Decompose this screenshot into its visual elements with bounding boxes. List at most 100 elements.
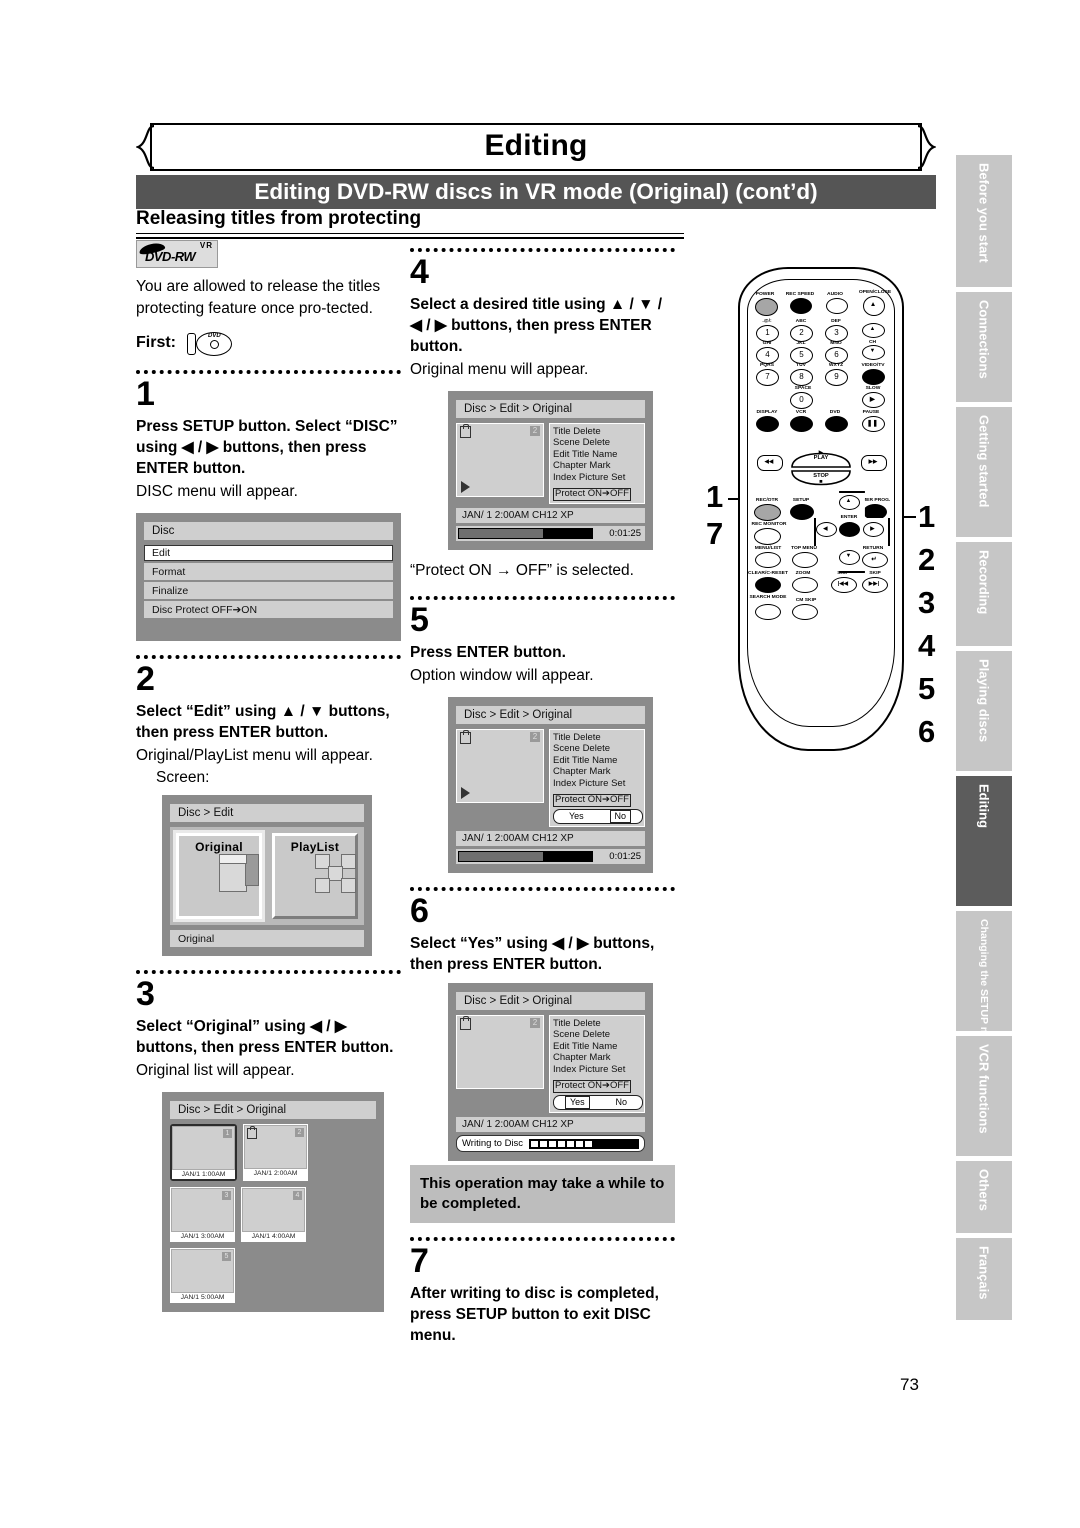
sidebar-tab-getting-started[interactable]: Getting started	[956, 407, 1012, 537]
edit-option-original[interactable]: Original	[176, 833, 262, 919]
cm-skip-button[interactable]	[792, 604, 818, 620]
menu-item-index-picture-set[interactable]: Index Picture Set	[553, 778, 644, 789]
no-button[interactable]: No	[612, 1097, 632, 1108]
menu-item-edit-title-name[interactable]: Edit Title Name	[553, 755, 644, 766]
menu-item-title-delete[interactable]: Title Delete	[553, 426, 644, 437]
original-menu-screen-step4: Disc > Edit > Original 2 Title Delete Sc…	[448, 391, 653, 551]
menu-item-title-delete[interactable]: Title Delete	[553, 1018, 644, 1029]
menu-item-protect-on-off[interactable]: Protect ON➔OFF	[553, 794, 631, 807]
subsection-title: Releasing titles from protecting	[136, 208, 422, 229]
no-button[interactable]: No	[609, 810, 632, 824]
label-def: DEF	[831, 318, 841, 324]
first-label: First:	[136, 334, 176, 351]
dvd-disc-icon: DVD	[184, 330, 236, 356]
edit-option-playlist[interactable]: PlayList	[272, 833, 358, 919]
yes-button[interactable]: Yes	[564, 1096, 590, 1110]
display-button[interactable]	[756, 416, 779, 432]
first-requirement: First: DVD	[136, 330, 401, 356]
sidebar-tab-recording[interactable]: Recording	[956, 542, 1012, 646]
step-6-instruction: Select “Yes” using ◀ / ▶ buttons, then p…	[410, 935, 655, 974]
title-thumbnail[interactable]: 1 JAN/1 1:00AM	[170, 1124, 237, 1181]
title-thumbnail[interactable]: 4 JAN/1 4:00AM	[241, 1187, 306, 1242]
setup-button[interactable]	[790, 504, 814, 520]
top-menu-button[interactable]	[792, 552, 818, 568]
digit-7-button[interactable]: 7	[756, 369, 779, 386]
label-rec-otr: REC/OTR	[755, 497, 779, 503]
progress-bar: 0:01:25	[456, 526, 645, 542]
step-number-3: 3	[136, 975, 155, 1013]
title-thumbnail[interactable]: 2 JAN/1 2:00AM	[243, 1124, 308, 1181]
sidebar-tab-before-you-start[interactable]: Before you start	[956, 155, 1012, 287]
play-icon: ▶	[818, 450, 824, 456]
sidebar-tab-francais[interactable]: Français	[956, 1238, 1012, 1320]
menu-item-index-picture-set[interactable]: Index Picture Set	[553, 1064, 644, 1075]
sidebar-tab-others[interactable]: Others	[956, 1161, 1012, 1233]
sidebar-tab-editing[interactable]: Editing	[956, 776, 1012, 906]
step-number-2: 2	[136, 660, 155, 698]
menu-item-chapter-mark[interactable]: Chapter Mark	[553, 460, 644, 471]
rec-monitor-button[interactable]	[754, 528, 781, 545]
menu-item-scene-delete[interactable]: Scene Delete	[553, 743, 644, 754]
label-ch: CH	[868, 339, 877, 345]
menu-item-scene-delete[interactable]: Scene Delete	[553, 437, 644, 448]
digit-8-button[interactable]: 8	[790, 369, 813, 386]
callout-right-1: 1	[918, 499, 936, 534]
label-rec-monitor: REC MONITOR	[751, 521, 787, 527]
sidebar-tab-vcr-functions[interactable]: VCR functions	[956, 1036, 1012, 1156]
rec-speed-button[interactable]	[790, 298, 812, 314]
disc-menu-item-disc-protect[interactable]: Disc Protect OFF➔ON	[144, 601, 393, 619]
title-preview-thumbnail: 2	[456, 729, 544, 804]
title-thumbnail[interactable]: 5 JAN/1 5:00AM	[170, 1248, 235, 1303]
logo-format-label: DVD-RW	[145, 249, 196, 264]
disc-menu-item-finalize[interactable]: Finalize	[144, 582, 393, 600]
search-mode-button[interactable]	[755, 604, 781, 620]
rec-otr-button[interactable]	[754, 504, 781, 521]
thumbnail-number: 4	[293, 1191, 302, 1200]
menu-item-edit-title-name[interactable]: Edit Title Name	[553, 1041, 644, 1052]
label-abc: ABC	[795, 318, 807, 324]
operation-note: This operation may take a while to be co…	[410, 1165, 675, 1224]
skip-forward-icon: ▶▶|	[868, 581, 880, 587]
menu-item-chapter-mark[interactable]: Chapter Mark	[553, 1052, 644, 1063]
yes-button[interactable]: Yes	[565, 811, 588, 822]
vcr-button[interactable]	[790, 416, 813, 432]
original-menu-screen-step5: Disc > Edit > Original 2 Title Delete Sc…	[448, 697, 653, 874]
menu-item-scene-delete[interactable]: Scene Delete	[553, 1029, 644, 1040]
title-thumbnail[interactable]: 3 JAN/1 3:00AM	[170, 1187, 235, 1242]
menu-item-protect-on-off[interactable]: Protect ON➔OFF	[553, 488, 631, 501]
video-tv-button[interactable]	[862, 369, 885, 385]
label-setup: SETUP	[792, 497, 810, 503]
writing-status-bar: Writing to Disc	[456, 1135, 645, 1153]
disc-menu-item-format[interactable]: Format	[144, 563, 393, 581]
zoom-button[interactable]	[792, 577, 818, 593]
chapter-banner: Editing	[136, 123, 936, 171]
sidebar-tab-label: Editing	[976, 784, 992, 829]
timer-prog-button[interactable]	[863, 504, 887, 520]
chevron-down-icon: ▼	[869, 348, 876, 354]
power-button[interactable]	[755, 298, 778, 316]
dvd-button[interactable]	[825, 416, 848, 432]
menu-list-button[interactable]	[755, 552, 781, 568]
step-divider	[410, 1237, 675, 1242]
step-divider	[136, 970, 401, 974]
menu-item-chapter-mark[interactable]: Chapter Mark	[553, 766, 644, 777]
clear-c-reset-button[interactable]	[755, 577, 781, 593]
enter-button[interactable]	[839, 522, 860, 537]
play-icon	[461, 787, 470, 800]
menu-item-protect-on-off[interactable]: Protect ON➔OFF	[553, 1080, 631, 1093]
menu-item-edit-title-name[interactable]: Edit Title Name	[553, 449, 644, 460]
original-menu-options: Title Delete Scene Delete Edit Title Nam…	[549, 423, 645, 505]
label-video-tv: VIDEO/TV	[861, 362, 885, 368]
sidebar-tab-playing-discs[interactable]: Playing discs	[956, 651, 1012, 771]
digit-0-button[interactable]: 0	[790, 392, 813, 409]
menu-item-title-delete[interactable]: Title Delete	[553, 732, 644, 743]
sidebar-tab-changing-setup-menu[interactable]: Changing the SETUP menu	[956, 911, 1012, 1055]
sidebar-tab-connections[interactable]: Connections	[956, 292, 1012, 402]
thumbnail-number: 5	[222, 1252, 231, 1261]
play-icon	[461, 481, 470, 493]
menu-item-index-picture-set[interactable]: Index Picture Set	[553, 472, 644, 483]
disc-menu-item-edit[interactable]: Edit	[144, 545, 393, 562]
digit-9-button[interactable]: 9	[825, 369, 848, 386]
middle-column: 4 Select a desired title using ▲ / ▼ / ◀…	[410, 248, 675, 1348]
audio-button[interactable]	[826, 298, 848, 314]
